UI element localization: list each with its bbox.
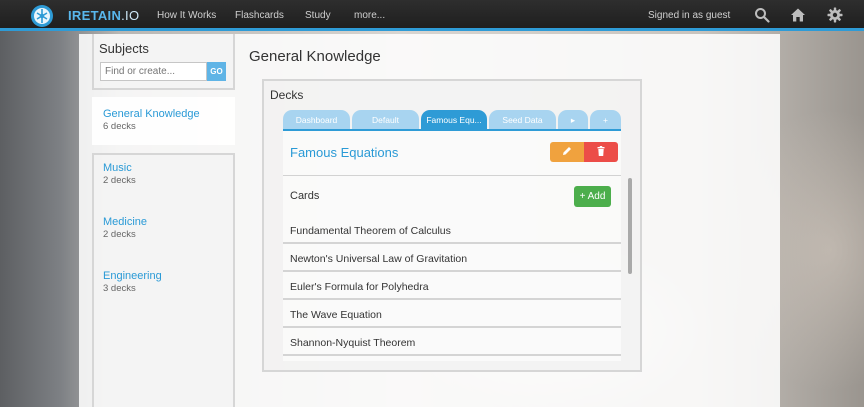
- card-title: Euler's Formula for Polyhedra: [290, 281, 429, 293]
- card-title: Fundamental Theorem of Calculus: [290, 225, 451, 237]
- card-title: The Wave Equation: [290, 309, 382, 321]
- cards-label: Cards: [290, 190, 320, 202]
- card-title: Newton's Universal Law of Gravitation: [290, 253, 468, 265]
- tab-add-deck[interactable]: +: [590, 110, 621, 129]
- signed-in-status[interactable]: Signed in as guest: [648, 10, 730, 21]
- home-icon[interactable]: [790, 7, 806, 23]
- cards-scrollbar[interactable]: [628, 178, 632, 274]
- nav-study[interactable]: Study: [305, 10, 331, 21]
- subject-deck-count: 3 decks: [103, 283, 136, 294]
- card-row[interactable]: Euler's Formula for Polyhedra: [283, 274, 621, 300]
- go-button[interactable]: GO: [207, 62, 226, 81]
- tab-default[interactable]: Default: [352, 110, 419, 129]
- card-row[interactable]: The Wave Equation: [283, 302, 621, 328]
- subject-search-input[interactable]: [100, 62, 207, 81]
- brand-name[interactable]: IRETAIN.IO: [68, 8, 139, 23]
- nav-more[interactable]: more...: [354, 10, 385, 21]
- subject-deck-count: 6 decks: [103, 121, 136, 132]
- subject-item-medicine[interactable]: Medicine: [103, 216, 147, 228]
- subject-name[interactable]: General Knowledge: [103, 108, 200, 120]
- nav-how-it-works[interactable]: How It Works: [157, 10, 216, 21]
- subject-item-engineering[interactable]: Engineering: [103, 270, 162, 282]
- trash-icon: [597, 145, 605, 156]
- subjects-title: Subjects: [99, 41, 149, 56]
- subject-deck-count: 2 decks: [103, 175, 136, 186]
- edit-deck-button[interactable]: [550, 142, 584, 162]
- tab-seed-data[interactable]: Seed Data: [489, 110, 556, 129]
- brand-main: IRETAIN: [68, 8, 122, 23]
- gear-icon[interactable]: [827, 7, 843, 23]
- subject-item-music[interactable]: Music: [103, 162, 132, 174]
- tab-next-arrow[interactable]: ▸: [558, 110, 588, 129]
- delete-deck-button[interactable]: [584, 142, 618, 162]
- card-row[interactable]: Newton's Universal Law of Gravitation: [283, 246, 621, 272]
- tab-dashboard[interactable]: Dashboard: [283, 110, 350, 129]
- nav-flashcards[interactable]: Flashcards: [235, 10, 284, 21]
- deck-name: Famous Equations: [290, 145, 399, 160]
- card-row[interactable]: Fundamental Theorem of Calculus: [283, 218, 621, 244]
- card-row[interactable]: Shannon-Nyquist Theorem: [283, 330, 621, 356]
- add-card-button[interactable]: + Add: [574, 186, 611, 207]
- card-title: Shannon-Nyquist Theorem: [290, 337, 416, 349]
- logo-icon[interactable]: [30, 4, 54, 28]
- brand-suffix: .IO: [121, 8, 140, 23]
- search-icon[interactable]: [754, 7, 770, 23]
- subject-deck-count: 2 decks: [103, 229, 136, 240]
- divider: [283, 175, 621, 176]
- tab-famous-equations[interactable]: Famous Equ...: [421, 110, 487, 129]
- top-navbar: IRETAIN.IO How It Works Flashcards Study…: [0, 0, 864, 31]
- decks-title: Decks: [270, 88, 304, 102]
- pencil-icon: [563, 146, 571, 155]
- page-title: General Knowledge: [249, 48, 381, 65]
